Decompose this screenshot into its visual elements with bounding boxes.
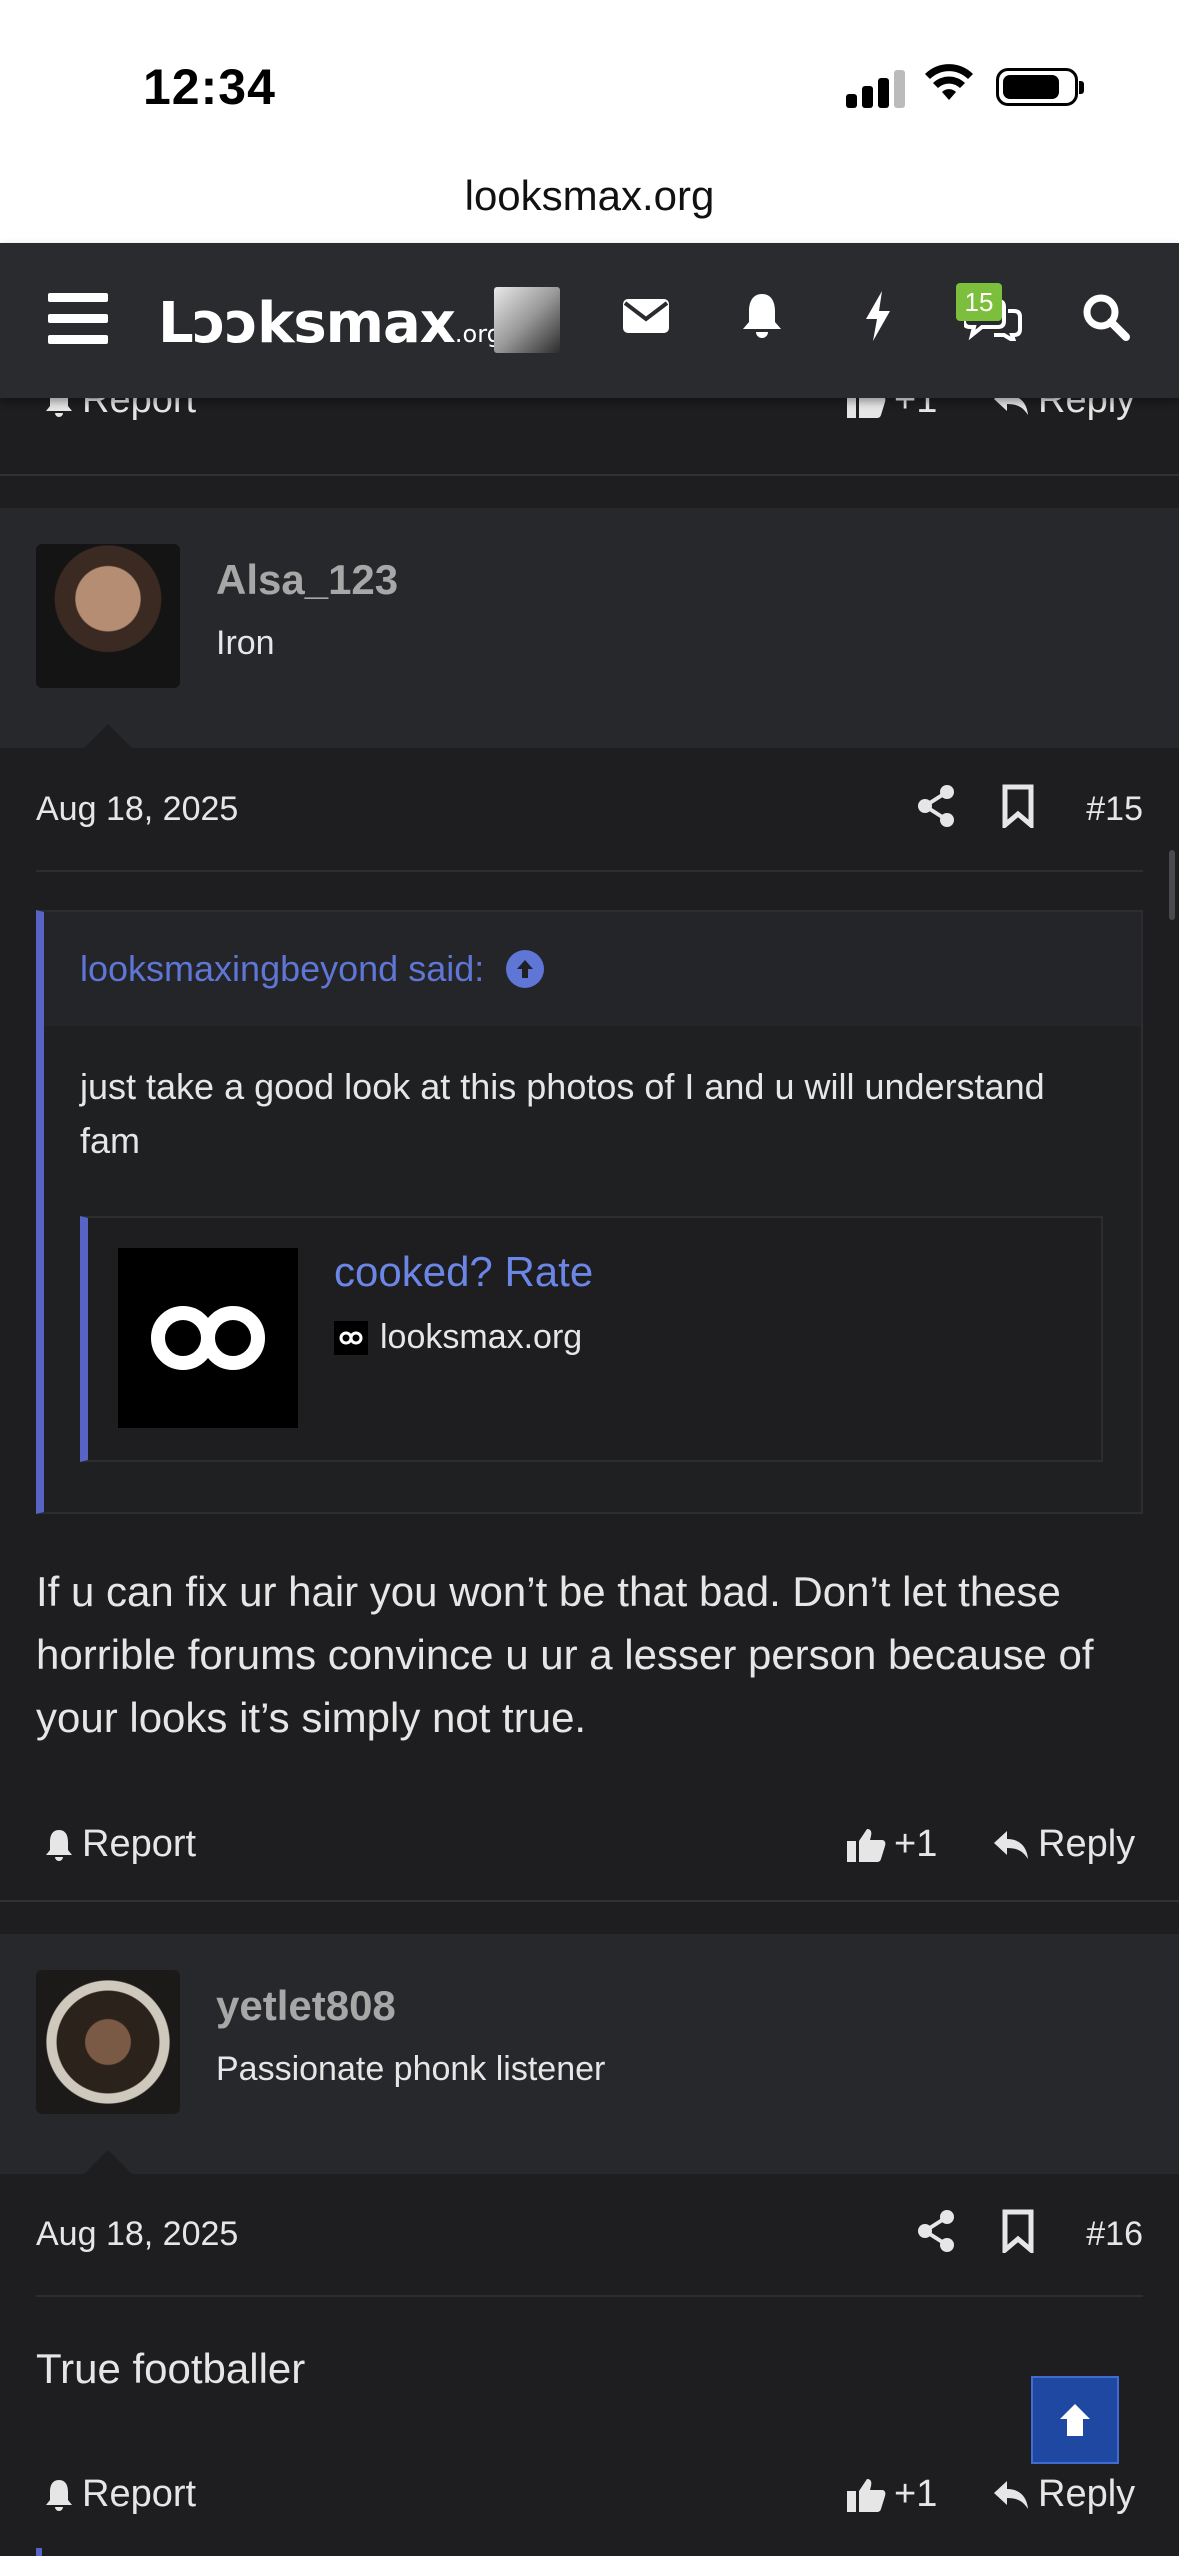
post-actions: Report +1 Reply [0,1805,1179,1885]
bookmark-icon[interactable] [1000,2209,1036,2253]
next-quote-edge [36,2548,42,2556]
reply-label: Reply [1038,2473,1136,2515]
avatar[interactable] [36,544,180,688]
embed-site-name: looksmax.org [380,1318,583,1356]
like-count: +1 [894,2473,938,2515]
site-favicon-icon [334,1320,368,1355]
like-button[interactable]: +1 [846,1823,937,1866]
post-user-header: yetlet808 Passionate phonk listener [0,1934,1179,2174]
post-date[interactable]: Aug 18, 2025 [36,790,238,829]
reply-button[interactable]: Reply [992,1823,1135,1866]
battery-icon [996,68,1084,106]
report-label: Report [82,2473,197,2515]
report-link[interactable]: Report [44,2473,196,2516]
logo-text: Lɔɔksmax [158,291,456,356]
report-label: Report [82,1823,197,1865]
user-pointer [84,724,132,748]
share-icon[interactable] [916,784,956,828]
site-nav: Lɔɔksmax.org 15 [0,243,1179,398]
page-scrollbar[interactable] [1169,850,1175,920]
thumbs-up-icon [847,1828,886,1862]
post-meta: Aug 18, 2025 #15 [0,750,1179,870]
arrow-up-icon[interactable] [506,950,545,988]
reply-button[interactable]: Reply [992,2473,1135,2516]
bell-icon [46,1829,72,1861]
bookmark-icon[interactable] [1000,784,1036,828]
quote-block: looksmaxingbeyond said: just take a good… [36,910,1143,1514]
share-icon[interactable] [916,2209,956,2253]
user-pointer [84,2150,132,2174]
post-user-header: Alsa_123 Iron [0,508,1179,748]
username[interactable]: yetlet808 [216,1982,396,2030]
username[interactable]: Alsa_123 [216,556,398,604]
scroll-to-top-button[interactable] [1031,2376,1119,2464]
post-divider [0,474,1179,476]
wifi-icon [925,64,973,100]
bell-icon[interactable] [740,291,784,339]
quote-text: just take a good look at this photos of … [80,1066,1045,1161]
quote-header[interactable]: looksmaxingbeyond said: [44,912,1141,1026]
reply-icon [994,2480,1028,2509]
menu-icon[interactable] [48,293,108,345]
alerts-badge[interactable]: 15 [956,283,1002,321]
meta-divider [36,2295,1143,2297]
like-count: +1 [894,1823,938,1865]
site-logo[interactable]: Lɔɔksmax.org [158,291,502,356]
quote-author[interactable]: looksmaxingbeyond said: [80,948,484,990]
meta-divider [36,870,1143,872]
post-actions: Report +1 Reply [0,2455,1179,2535]
post-meta: Aug 18, 2025 #16 [0,2175,1179,2295]
user-title: Iron [216,624,275,662]
embed-site: looksmax.org [334,1318,582,1357]
arrow-up-icon [1060,2404,1090,2436]
post-number[interactable]: #16 [1086,2215,1143,2254]
post-date[interactable]: Aug 18, 2025 [36,2215,238,2254]
status-time: 12:34 [143,59,276,115]
post-number[interactable]: #15 [1086,790,1143,829]
post-body: True footballer [36,2345,306,2392]
search-icon[interactable] [1082,293,1130,341]
report-link[interactable]: Report [44,1823,196,1866]
bell-icon [46,2479,72,2511]
looksmax-logo-icon [151,1306,265,1370]
cellular-signal-icon [846,68,906,108]
thumbs-up-icon [847,2478,886,2512]
status-bar: 12:34 [0,0,1179,155]
address-bar-url[interactable]: looksmax.org [0,172,1179,220]
avatar[interactable] [36,1970,180,2114]
link-embed[interactable]: cooked? Rate looksmax.org [80,1216,1103,1462]
reply-label: Reply [1038,1823,1136,1865]
like-button[interactable]: +1 [846,2473,937,2516]
thread-content: Report +1 Reply Alsa_123 Iron Aug 18, 20… [0,243,1179,2556]
embed-thumbnail[interactable] [118,1248,298,1428]
embed-title[interactable]: cooked? Rate [334,1248,593,1296]
user-avatar[interactable] [494,287,560,353]
bolt-icon[interactable] [862,289,894,343]
post-body: If u can fix ur hair you won’t be that b… [36,1568,1094,1741]
user-title: Passionate phonk listener [216,2050,606,2088]
reply-icon [994,1830,1028,1859]
mail-icon[interactable] [622,295,670,335]
post-divider [0,1900,1179,1902]
